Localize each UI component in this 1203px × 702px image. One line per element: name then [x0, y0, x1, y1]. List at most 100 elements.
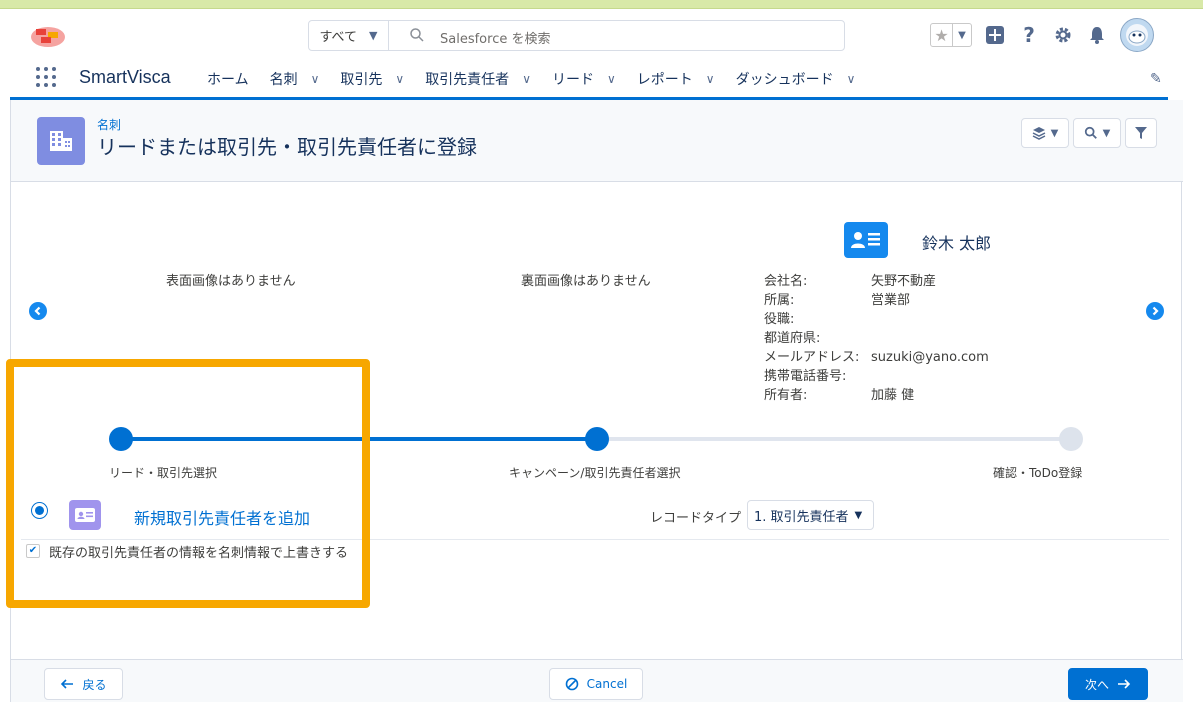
global-search[interactable]: すべて ▼ Salesforce を検索: [308, 20, 845, 51]
next-button[interactable]: 次へ: [1068, 668, 1148, 700]
cancel-button[interactable]: Cancel: [549, 668, 643, 700]
field-label: 会社名:: [764, 274, 808, 289]
app-nav-bar: SmartVisca ホーム 名刺 ∨ 取引先 ∨ 取引先責任者 ∨ リード ∨ レポー…: [0, 61, 1203, 97]
field-row: 所属: 営業部: [764, 291, 989, 310]
edit-pencil-icon[interactable]: ✎: [1150, 71, 1162, 87]
global-header: すべて ▼ Salesforce を検索 ★ ▼ ?: [0, 9, 1203, 61]
nav-item-label: ダッシュボード: [735, 72, 834, 88]
field-label: 所属:: [764, 293, 795, 308]
avatar[interactable]: [1120, 18, 1154, 52]
field-label: 都道府県:: [764, 331, 821, 346]
nav-item-label: 名刺: [269, 72, 298, 88]
header-icons: ★ ▼ ?: [930, 18, 1154, 52]
arrow-left-icon: [61, 679, 74, 689]
highlight-box: [6, 359, 370, 608]
back-image-placeholder: 裏面画像はありません: [521, 274, 651, 289]
field-label: 役職:: [764, 312, 795, 327]
page-title: リードまたは取引先・取引先責任者に登録: [97, 135, 477, 159]
search-icon: [1084, 126, 1097, 139]
nav-item-reports[interactable]: レポート ∨: [637, 69, 715, 89]
nav-item-leads[interactable]: リード ∨: [552, 69, 616, 89]
chevron-down-icon[interactable]: ∨: [395, 72, 404, 86]
arrow-right-icon: [1118, 679, 1131, 689]
chevron-down-icon[interactable]: ∨: [847, 72, 856, 86]
caret-down-icon: ▼: [369, 29, 378, 42]
record-type-label: レコードタイプ: [650, 511, 742, 526]
chevron-down-icon[interactable]: ∨: [311, 72, 320, 86]
contact-card-icon: [844, 222, 888, 258]
nav-item-accounts[interactable]: 取引先 ∨: [340, 69, 404, 89]
favorites-button[interactable]: ★ ▼: [930, 23, 972, 47]
chevron-right-icon: [1152, 306, 1159, 316]
path-step-2-dot: [585, 427, 609, 451]
layers-menu-button[interactable]: ▼: [1021, 118, 1069, 148]
star-icon[interactable]: ★: [931, 24, 953, 46]
field-label: 所有者:: [764, 388, 808, 403]
nav-item-label: 取引先: [340, 72, 383, 88]
back-button-label: 戻る: [82, 677, 107, 692]
field-value: 営業部: [871, 293, 911, 308]
app-name: SmartVisca: [79, 67, 171, 87]
favorites-menu-icon[interactable]: ▼: [953, 24, 971, 46]
path-step-2-label: キャンペーン/取引先責任者選択: [509, 466, 681, 480]
nav-item-dashboards[interactable]: ダッシュボード ∨: [736, 69, 856, 89]
chevron-down-icon[interactable]: ∨: [706, 72, 715, 86]
nav-item-contacts[interactable]: 取引先責任者 ∨: [425, 69, 531, 89]
front-image-placeholder: 表面画像はありません: [166, 274, 296, 289]
chevron-down-icon[interactable]: ∨: [607, 72, 616, 86]
filter-icon: [1135, 127, 1147, 139]
field-row: 携帯電話番号:: [764, 367, 989, 386]
add-icon[interactable]: [984, 24, 1006, 46]
nav-item-label: 取引先責任者: [425, 72, 510, 88]
path-step-3-label: 確認・ToDo登録: [993, 466, 1083, 480]
nav-item-label: レポート: [636, 72, 693, 88]
gear-icon[interactable]: [1052, 24, 1074, 46]
field-label: 携帯電話番号:: [764, 369, 847, 384]
next-card-button[interactable]: [1146, 302, 1164, 320]
field-value: suzuki@yano.com: [871, 350, 989, 365]
search-scope-select[interactable]: すべて ▼: [309, 21, 389, 50]
field-value: 加藤 健: [871, 388, 915, 403]
field-row: メールアドレス: suzuki@yano.com: [764, 348, 989, 367]
next-button-label: 次へ: [1084, 677, 1109, 692]
search-menu-button[interactable]: ▼: [1073, 118, 1121, 148]
path-progress-remaining: [597, 437, 1071, 441]
page-header-actions: ▼ ▼: [1021, 118, 1157, 148]
chevron-left-icon: [34, 306, 41, 316]
back-button[interactable]: 戻る: [44, 668, 123, 700]
field-row: 役職:: [764, 310, 989, 329]
chevron-down-icon[interactable]: ∨: [522, 72, 531, 86]
field-row: 都道府県:: [764, 329, 989, 348]
path-step-3-dot: [1059, 427, 1083, 451]
field-value: 矢野不動産: [871, 274, 937, 289]
layers-icon: [1032, 127, 1045, 140]
prev-card-button[interactable]: [29, 302, 47, 320]
search-icon: [410, 28, 424, 42]
field-row: 所有者: 加藤 健: [764, 386, 989, 405]
card-fields: 会社名: 矢野不動産 所属: 営業部 役職: 都道府県: メールアドレス: suzuk…: [764, 272, 989, 405]
contact-name: 鈴木 太郎: [922, 234, 992, 253]
bell-icon[interactable]: [1086, 24, 1108, 46]
help-icon[interactable]: ?: [1018, 23, 1040, 47]
caret-down-icon: ▼: [1102, 127, 1111, 139]
salesforce-cloud-icon[interactable]: [28, 23, 68, 49]
app-launcher-icon[interactable]: [36, 67, 56, 87]
search-scope-label: すべて: [319, 30, 358, 45]
nav-items: ホーム 名刺 ∨ 取引先 ∨ 取引先責任者 ∨ リード ∨ レポート ∨ ダッシュボード ∨: [207, 69, 876, 89]
caret-down-icon: ▼: [854, 509, 863, 521]
footer-bar: 戻る Cancel 次へ: [11, 659, 1183, 702]
record-type-value: 1. 取引先責任者: [754, 509, 849, 525]
nav-item-business-cards[interactable]: 名刺 ∨: [270, 69, 320, 89]
nav-item-label: リード: [551, 72, 594, 88]
filter-button[interactable]: [1125, 118, 1157, 148]
field-label: メールアドレス:: [764, 350, 860, 365]
record-type-select[interactable]: 1. 取引先責任者 ▼: [747, 500, 874, 530]
search-input[interactable]: Salesforce を検索: [440, 28, 550, 47]
browser-top-strip: [0, 0, 1203, 9]
nav-item-home[interactable]: ホーム: [207, 69, 249, 89]
nav-item-label: ホーム: [207, 72, 249, 88]
cancel-button-label: Cancel: [586, 677, 628, 691]
field-row: 会社名: 矢野不動産: [764, 272, 989, 291]
caret-down-icon: ▼: [1050, 127, 1059, 139]
building-icon: [37, 117, 85, 165]
